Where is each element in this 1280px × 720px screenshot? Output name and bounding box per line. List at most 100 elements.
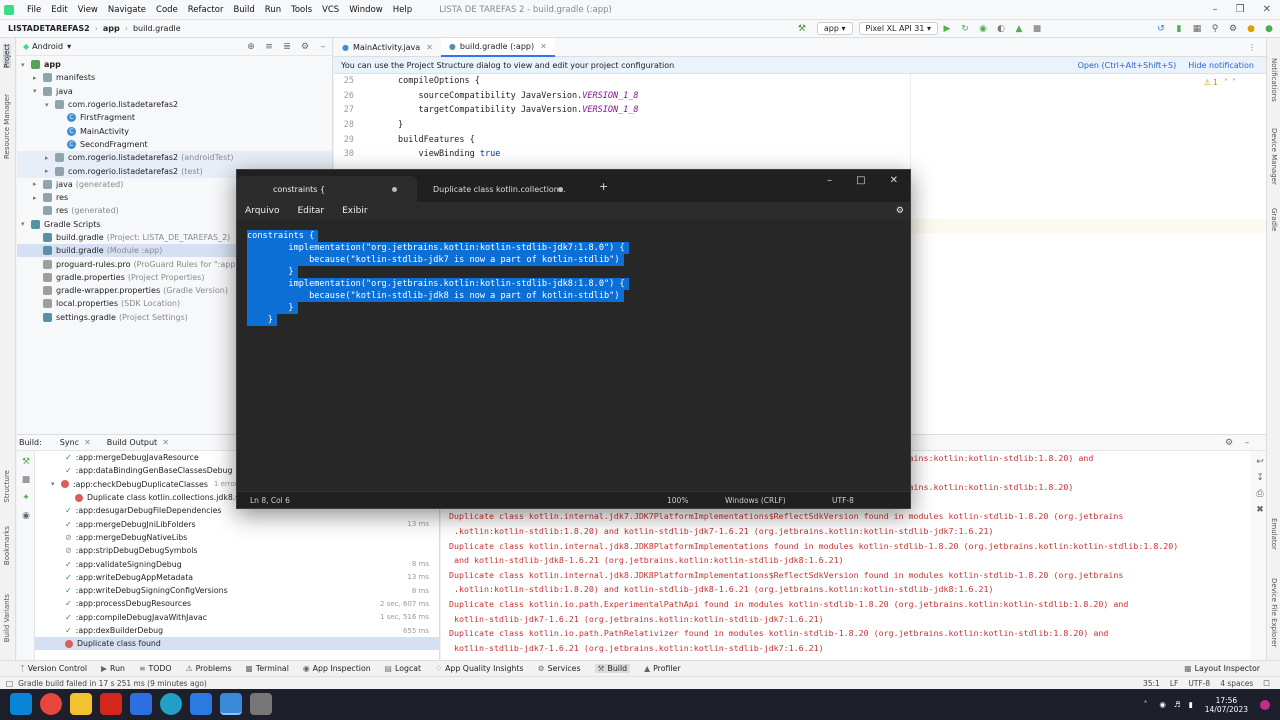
minimize-icon[interactable]: – [1204, 4, 1227, 15]
hide-notification-link[interactable]: Hide notification [1188, 61, 1254, 70]
bookmarks-tool-tab[interactable]: Bookmarks [3, 526, 11, 565]
status-message[interactable]: Gradle build failed in 17 s 251 ms (9 mi… [18, 679, 207, 688]
caret-position[interactable]: 35:1 [1143, 679, 1160, 688]
locate-icon[interactable]: ⊕ [246, 42, 256, 52]
run-icon[interactable]: ▶ [942, 24, 952, 34]
gradle-tool-tab[interactable]: Gradle [1270, 208, 1278, 231]
menu-run[interactable]: Run [260, 5, 286, 15]
lock-icon[interactable]: ☐ [1263, 679, 1270, 688]
build-task-row[interactable]: ✓:app:writeDebugAppMetadata 13 ms [35, 571, 439, 584]
build-variants-tool-tab[interactable]: Build Variants [3, 594, 11, 642]
device-dropdown[interactable]: Pixel XL API 31 ▾ [858, 22, 938, 35]
warning-indicator[interactable]: ⚠ 1 ˄ ˅ [1204, 78, 1236, 87]
new-tab-icon[interactable]: + [599, 180, 608, 193]
indent-setting[interactable]: 4 spaces [1220, 679, 1253, 688]
minimize-icon[interactable]: – [815, 175, 844, 186]
tab-main-activity[interactable]: ● MainActivity.java ✕ [334, 38, 441, 57]
breadcrumb-project[interactable]: LISTADETAREFAS2 [8, 24, 90, 33]
notification-badge-icon[interactable] [1260, 699, 1270, 710]
taskbar-time[interactable]: 17:56 [1205, 696, 1248, 705]
close-icon[interactable]: ✕ [1254, 4, 1280, 15]
gear-icon[interactable]: ⚙ [1224, 438, 1234, 448]
device-manager-tool-tab[interactable]: Device Manager [1270, 128, 1278, 185]
volume-icon[interactable]: ♬ [1174, 700, 1181, 709]
tool-version-control[interactable]: ᛉ Version Control [20, 664, 87, 673]
menu-file[interactable]: File [22, 5, 46, 15]
build-task-row[interactable]: ✓:app:validateSigningDebug 8 ms [35, 557, 439, 570]
close-tab-icon[interactable]: ✕ [426, 43, 433, 52]
taskbar-date[interactable]: 14/07/2023 [1205, 705, 1248, 714]
tool-logcat[interactable]: ▤ Logcat [385, 664, 421, 673]
tool-app-quality-insights[interactable]: ♢ App Quality Insights [435, 664, 524, 673]
build-task-row[interactable]: ✓:app:writeDebugSigningConfigVersions 8 m… [35, 584, 439, 597]
search-icon[interactable]: ⚲ [1210, 24, 1220, 34]
maximize-icon[interactable]: □ [844, 175, 877, 186]
file-explorer-icon[interactable] [70, 693, 92, 715]
build-task-row[interactable]: ✓:app:processDebugResources 2 sec, 607 ms [35, 597, 439, 610]
tree-item-main-activity[interactable]: C MainActivity [17, 124, 332, 137]
build-task-row[interactable]: ✓:app:dexBuilderDebug 655 ms [35, 624, 439, 637]
notepad-tab-active[interactable]: constraints { [237, 176, 417, 202]
line-separator[interactable]: LF [1170, 679, 1179, 688]
chevron-down-icon[interactable]: ▾ [67, 42, 71, 51]
tree-item-second-fragment[interactable]: C SecondFragment [17, 138, 332, 151]
device-file-explorer-tool-tab[interactable]: Device File Explorer [1270, 578, 1278, 647]
expand-all-icon[interactable]: ≡ [264, 42, 274, 52]
tool-terminal[interactable]: ▦ Terminal [246, 664, 289, 673]
account-icon[interactable]: ● [1264, 24, 1274, 34]
tool-layout-inspector[interactable]: ▦ Layout Inspector [1184, 664, 1260, 673]
vscode-icon[interactable] [190, 693, 212, 715]
tool-problems[interactable]: ⚠ Problems [186, 664, 232, 673]
soft-wrap-icon[interactable]: ↩ [1255, 457, 1265, 467]
collapse-all-icon[interactable]: ≣ [282, 42, 292, 52]
menu-view[interactable]: View [73, 5, 103, 15]
run-config-dropdown[interactable]: app ▾ [816, 22, 853, 35]
edge-icon[interactable] [160, 693, 182, 715]
debug-icon[interactable]: ◉ [978, 24, 988, 34]
trash-icon[interactable]: ✖ [1255, 505, 1265, 515]
build-task-row[interactable]: ⊘:app:stripDebugDebugSymbols [35, 544, 439, 557]
tab-sync[interactable]: Sync ✕ [56, 438, 95, 447]
pin-icon[interactable]: ✦ [21, 493, 31, 503]
open-project-structure-link[interactable]: Open (Ctrl+Alt+Shift+S) [1078, 61, 1177, 70]
file-encoding[interactable]: UTF-8 [1188, 679, 1210, 688]
tree-item-package[interactable]: ▾ com.rogerio.listadetarefas2 [17, 98, 332, 111]
notepad-text-area[interactable]: constraints { implementation("org.jetbra… [247, 230, 629, 326]
tool-services[interactable]: ⚙ Services [538, 664, 581, 673]
battery-icon[interactable]: ▮ [1189, 700, 1193, 709]
scroll-to-end-icon[interactable]: ↧ [1255, 473, 1265, 483]
menu-navigate[interactable]: Navigate [103, 5, 151, 15]
more-tabs-icon[interactable]: ⋮ [1248, 43, 1256, 52]
restore-icon[interactable]: ❐ [1227, 4, 1254, 15]
tab-build-gradle[interactable]: ● build.gradle (:app) ✕ [440, 37, 555, 57]
menu-help[interactable]: Help [388, 5, 417, 15]
emulator-tool-tab[interactable]: Emulator [1270, 518, 1278, 550]
resource-manager-tool-tab[interactable]: Resource Manager [3, 94, 11, 159]
menu-vcs[interactable]: VCS [317, 5, 344, 15]
build-task-row[interactable]: ✓:app:compileDebugJavaWithJavac 1 sec, 51… [35, 611, 439, 624]
settings-icon[interactable]: ⚙ [896, 206, 904, 216]
network-icon[interactable]: ◉ [1159, 700, 1166, 709]
tool-app-inspection[interactable]: ◉ App Inspection [303, 664, 371, 673]
breadcrumb-file[interactable]: build.gradle [133, 24, 181, 33]
project-tool-tab[interactable]: Project [3, 44, 11, 68]
profiler-icon[interactable]: ▲ [1014, 24, 1024, 34]
menu-window[interactable]: Window [344, 5, 388, 15]
sync-icon[interactable]: ↺ [1156, 24, 1166, 34]
notifications-tool-tab[interactable]: Notifications [1270, 58, 1278, 102]
windows-start-icon[interactable] [10, 693, 32, 715]
coverage-icon[interactable]: ◐ [996, 24, 1006, 34]
tree-item-java[interactable]: ▾ java [17, 85, 332, 98]
eye-icon[interactable]: ◉ [21, 511, 31, 521]
print-icon[interactable]: ⎙ [1255, 489, 1265, 499]
rerun-icon[interactable]: ↻ [960, 24, 970, 34]
app-icon[interactable] [130, 693, 152, 715]
tree-item-first-fragment[interactable]: C FirstFragment [17, 111, 332, 124]
tray-chevron-icon[interactable]: ˄ [1144, 700, 1148, 709]
build-task-row[interactable]: ⊘:app:mergeDebugNativeLibs [35, 531, 439, 544]
chevron-up-icon[interactable]: ˄ [1224, 78, 1228, 87]
menu-tools[interactable]: Tools [286, 5, 317, 15]
menu-build[interactable]: Build [228, 5, 259, 15]
hammer-icon[interactable]: ⚒ [797, 24, 807, 34]
build-task-row-selected[interactable]: Duplicate class found [35, 637, 439, 651]
